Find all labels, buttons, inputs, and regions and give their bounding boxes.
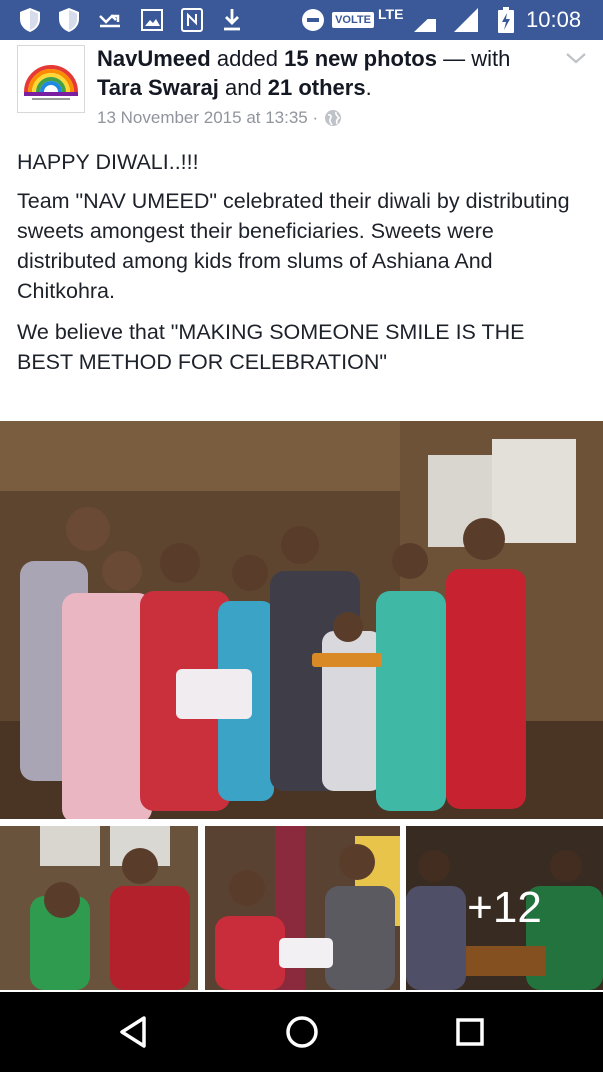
page-avatar[interactable] (17, 45, 85, 113)
page-name-link[interactable]: NavUmeed (97, 46, 211, 71)
recents-square-icon[interactable] (450, 1012, 490, 1052)
do-not-disturb-icon (300, 6, 326, 34)
and-text: and (225, 75, 262, 100)
others-link[interactable]: 21 others (268, 75, 366, 100)
missed-call-icon (96, 6, 124, 34)
post-meta: NavUmeed added 15 new photos — with Tara… (97, 44, 547, 102)
status-bar: VOLTE LTE 10:08 (0, 0, 603, 40)
image-icon (138, 6, 166, 34)
nfc-icon (178, 6, 206, 34)
chevron-down-icon[interactable] (564, 48, 588, 68)
photo-thumbnail-more[interactable]: +12 (406, 826, 603, 990)
battery-charging-icon (496, 6, 516, 34)
volte-badge-wrap: VOLTE (332, 6, 374, 34)
photo-thumbnail-2[interactable] (205, 826, 400, 990)
photo-count-link[interactable]: 15 new photos (284, 46, 437, 71)
clock: 10:08 (526, 7, 582, 32)
main-photo[interactable] (0, 421, 603, 819)
navigation-bar (0, 992, 603, 1072)
shield-icon (16, 6, 44, 34)
photo-thumbnail-1[interactable] (0, 826, 198, 990)
download-icon (218, 6, 246, 34)
post-timestamp[interactable]: 13 November 2015 at 13:35 · (97, 108, 318, 128)
navumeed-logo (24, 65, 78, 100)
action-text: added (216, 46, 279, 71)
tagged-person-link[interactable]: Tara Swaraj (97, 75, 219, 100)
home-circle-icon[interactable] (282, 1012, 322, 1052)
more-photos-count: +12 (406, 826, 603, 990)
post-text-description: Team "NAV UMEED" celebrated their diwali… (17, 189, 570, 303)
shield-icon (55, 6, 83, 34)
post-timestamp-row: 13 November 2015 at 13:35 · (97, 108, 342, 128)
signal-icon (452, 6, 480, 34)
back-triangle-icon[interactable] (114, 1012, 154, 1052)
post-text-quote: We believe that "MAKING SOMEONE SMILE IS… (17, 320, 525, 374)
signal-icon (414, 19, 436, 32)
globe-icon (325, 110, 342, 126)
period: . (365, 75, 372, 100)
volte-badge: VOLTE (332, 12, 374, 28)
post-text-greeting: HAPPY DIWALI..!!! (17, 150, 199, 174)
with-text: — with (443, 46, 511, 71)
lte-signal: LTE (378, 6, 438, 34)
